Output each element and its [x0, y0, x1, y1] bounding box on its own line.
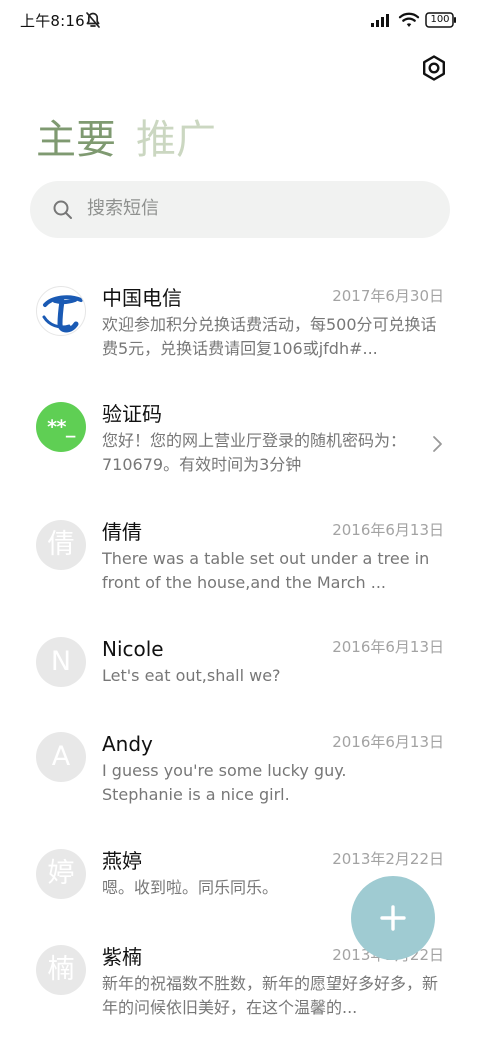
- conversation-preview: I guess you're some lucky guy.Stephanie …: [102, 761, 347, 804]
- verification-code-avatar: **_: [36, 402, 86, 452]
- contact-avatar: N: [36, 637, 86, 687]
- conversation-name: 燕婷: [102, 849, 142, 873]
- new-message-button[interactable]: [351, 876, 435, 960]
- contact-avatar: 婷: [36, 849, 86, 899]
- conversation-date: 2017年6月30日: [332, 287, 444, 305]
- conversation-preview: 您好！您的网上营业厅登录的随机密码为：710679。有效时间为3分钟: [102, 431, 407, 474]
- conversation-item[interactable]: 中国电信 2017年6月30日 欢迎参加积分兑换话费活动，每500分可兑换话费5…: [0, 286, 480, 390]
- conversation-date: 2016年6月13日: [332, 638, 444, 656]
- conversation-name: 中国电信: [102, 286, 182, 310]
- conversation-date: 2016年6月13日: [332, 733, 444, 751]
- contact-avatar: 倩: [36, 520, 86, 570]
- conversation-item[interactable]: N Nicole 2016年6月13日 Let's eat out,shall …: [0, 637, 480, 741]
- conversation-item[interactable]: **_ 验证码 您好！您的网上营业厅登录的随机密码为：710679。有效时间为3…: [0, 402, 480, 506]
- conversation-name: Nicole: [102, 637, 164, 661]
- conversation-item[interactable]: A Andy 2016年6月13日 I guess you're some lu…: [0, 732, 480, 836]
- conversation-date: 2016年6月13日: [332, 521, 444, 539]
- conversation-preview: 欢迎参加积分兑换话费活动，每500分可兑换话费5元，兑换话费请回复106或jfd…: [102, 315, 437, 358]
- conversation-name: 紫楠: [102, 945, 142, 969]
- chevron-right-icon: [433, 436, 442, 452]
- conversation-item[interactable]: 倩 倩倩 2016年6月13日 There was a table set ou…: [0, 520, 480, 624]
- conversation-name: 验证码: [102, 402, 162, 426]
- contact-avatar: 楠: [36, 945, 86, 995]
- conversation-preview: Let's eat out,shall we?: [102, 666, 281, 685]
- plus-icon: [380, 905, 406, 931]
- contact-avatar: A: [36, 732, 86, 782]
- conversation-preview: There was a table set out under a tree i…: [102, 549, 430, 592]
- conversation-name: 倩倩: [102, 520, 142, 544]
- conversation-name: Andy: [102, 732, 153, 756]
- china-telecom-logo-icon: [40, 290, 84, 334]
- conversation-item[interactable]: 楠 紫楠 2013年2月22日 新年的祝福数不胜数，新年的愿望好多好多，新年的问…: [0, 945, 480, 1040]
- conversation-preview: 新年的祝福数不胜数，新年的愿望好多好多，新年的问候依旧美好，在这个温馨的...: [102, 974, 438, 1017]
- china-telecom-logo-avatar: [36, 286, 86, 336]
- messages-screen: 上午8:16 100 主要 推广 搜索短信 中国电信 2017年6月30日 欢迎…: [0, 0, 480, 1040]
- conversation-date: 2013年2月22日: [332, 850, 444, 868]
